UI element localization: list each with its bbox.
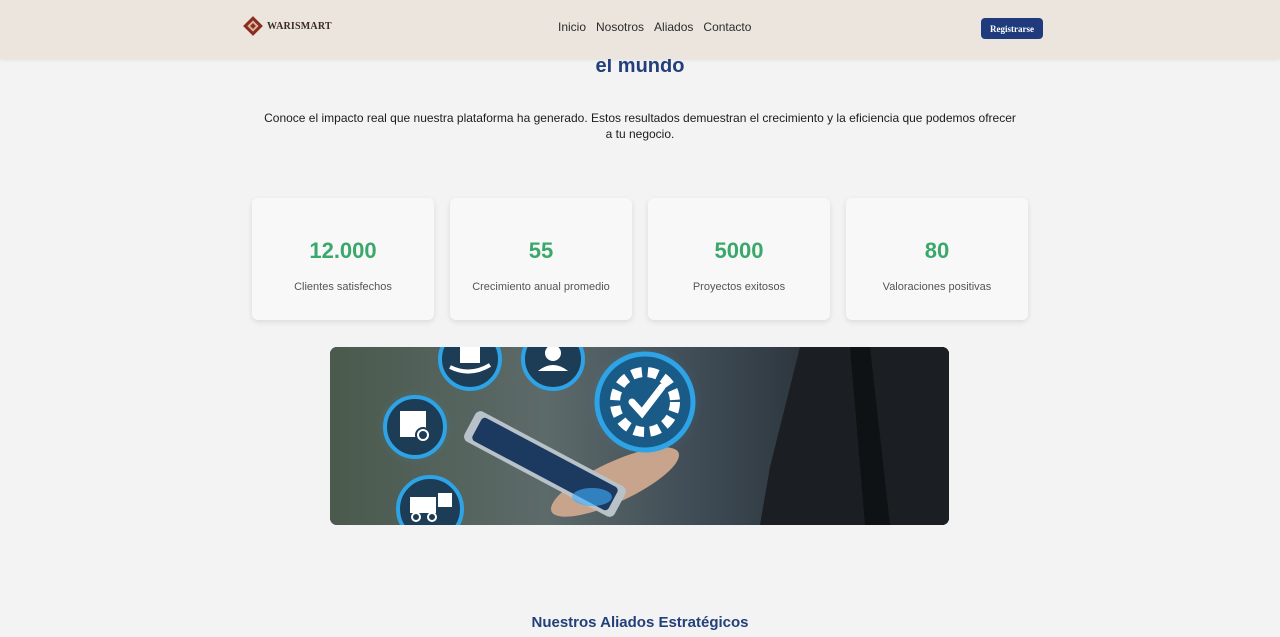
logo-icon bbox=[243, 16, 263, 36]
worker-icon bbox=[521, 347, 585, 391]
stat-card-clients: 12.000 Clientes satisfechos bbox=[252, 198, 434, 320]
stat-value: 12.000 bbox=[309, 238, 377, 263]
stat-label: Valoraciones positivas bbox=[882, 281, 992, 293]
logistics-banner-image bbox=[330, 347, 949, 525]
main-nav: Inicio Nosotros Aliados Contacto bbox=[558, 20, 751, 34]
stat-value: 55 bbox=[528, 238, 554, 263]
forklift-icon bbox=[396, 475, 464, 525]
stat-label: Clientes satisfechos bbox=[294, 281, 392, 293]
gear-check-icon bbox=[587, 347, 703, 460]
package-return-icon bbox=[377, 389, 453, 465]
stat-value: 80 bbox=[924, 238, 950, 263]
stat-label: Proyectos exitosos bbox=[692, 281, 786, 293]
stat-card-growth: 55 Crecimiento anual promedio bbox=[450, 198, 632, 320]
nav-link-nosotros[interactable]: Nosotros bbox=[596, 20, 644, 34]
banner-illustration bbox=[330, 347, 949, 525]
nav-link-inicio[interactable]: Inicio bbox=[558, 20, 586, 34]
nav-link-contacto[interactable]: Contacto bbox=[703, 20, 751, 34]
allies-section-title: Nuestros Aliados Estratégicos bbox=[531, 614, 749, 631]
stat-label: Crecimiento anual promedio bbox=[472, 281, 610, 293]
brand-name: WARISMART bbox=[267, 20, 332, 32]
stat-card-projects: 5000 Proyectos exitosos bbox=[648, 198, 830, 320]
hand-box-icon bbox=[438, 347, 502, 391]
intro-text: Conoce el impacto real que nuestra plata… bbox=[264, 111, 1016, 141]
stat-value: 5000 bbox=[714, 238, 764, 263]
navbar: WARISMART Inicio Nosotros Aliados Contac… bbox=[0, 0, 1280, 59]
stat-card-ratings: 80 Valoraciones positivas bbox=[846, 198, 1028, 320]
brand-logo[interactable]: WARISMART bbox=[243, 16, 332, 36]
stats-section: 12.000 Clientes satisfechos 55 Crecimien… bbox=[252, 198, 1028, 320]
nav-link-aliados[interactable]: Aliados bbox=[654, 20, 693, 34]
register-button[interactable]: Registrarse bbox=[981, 18, 1043, 39]
